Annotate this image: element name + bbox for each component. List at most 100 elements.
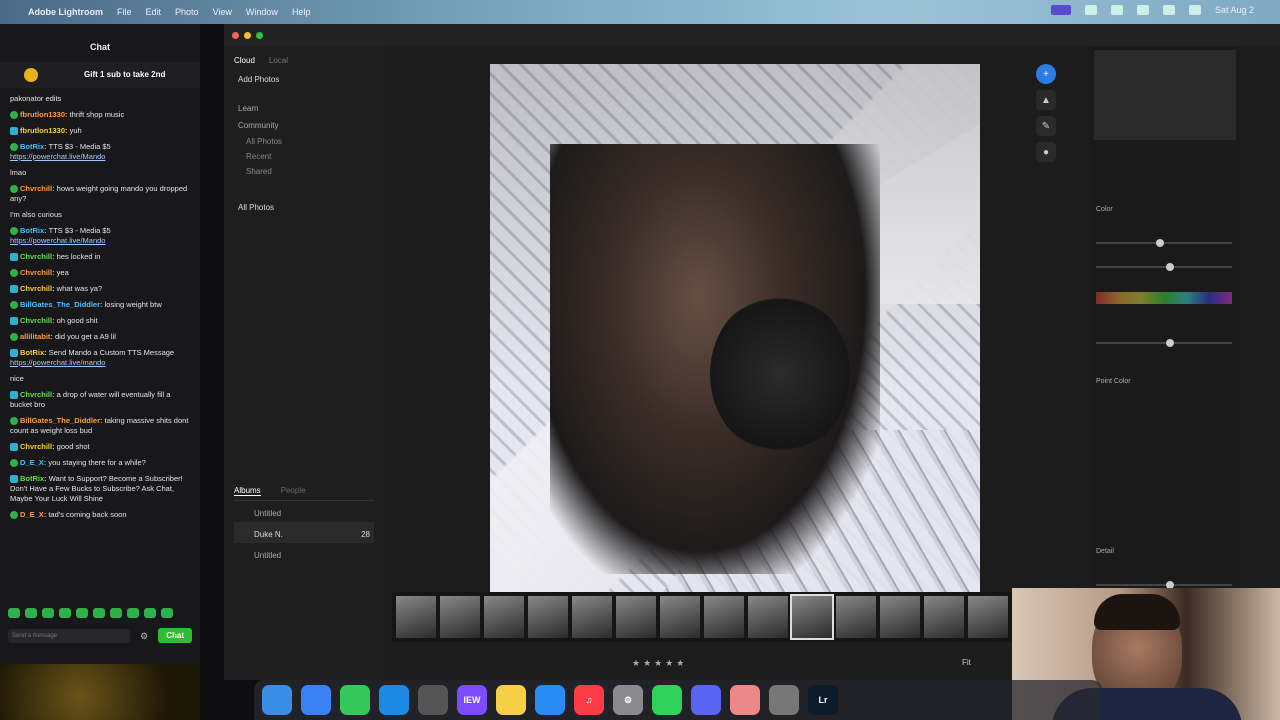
zoom-window-button[interactable] [256, 32, 263, 39]
chat-username[interactable]: Chvrchill: [20, 316, 55, 325]
add-icon[interactable]: + [1036, 64, 1056, 84]
slider[interactable] [1096, 239, 1232, 247]
chat-username[interactable]: D_E_X: [20, 510, 46, 519]
filmstrip-thumbnail[interactable] [836, 596, 876, 638]
filmstrip-thumbnail[interactable] [572, 596, 612, 638]
panel-label-point-color[interactable]: Point Color [1096, 378, 1131, 385]
filmstrip-thumbnail[interactable] [748, 596, 788, 638]
emote-icon[interactable] [8, 608, 20, 618]
nav-shared[interactable]: Shared [224, 164, 384, 179]
tab-local[interactable]: Local [269, 56, 288, 65]
menu-window[interactable]: Window [246, 7, 278, 17]
recording-icon[interactable] [1050, 5, 1071, 15]
emote-icon[interactable] [161, 608, 173, 618]
menu-help[interactable]: Help [292, 7, 311, 17]
emote-icon[interactable] [93, 608, 105, 618]
album-row[interactable]: Untitled [234, 543, 374, 564]
mail-icon[interactable] [301, 685, 331, 715]
slider[interactable] [1096, 339, 1232, 347]
chat-username[interactable]: fbrutlon1330: [20, 110, 68, 119]
chat-username[interactable]: fbrutlon1330: [20, 126, 68, 135]
panel-label-detail[interactable]: Detail [1096, 548, 1114, 555]
messages-icon[interactable] [340, 685, 370, 715]
chat-username[interactable]: Chvrchill: [20, 284, 55, 293]
chat-username[interactable]: BillGates_The_Diddler: [20, 300, 103, 309]
chat-username[interactable]: D_E_X: [20, 458, 46, 467]
album-row[interactable]: Untitled [234, 501, 374, 522]
filmstrip-thumbnail[interactable] [880, 596, 920, 638]
section-all-photos[interactable]: All Photos [224, 199, 384, 216]
brush-icon[interactable]: ✎ [1036, 116, 1056, 136]
emote-icon[interactable] [42, 608, 54, 618]
tab-cloud[interactable]: Cloud [234, 56, 255, 65]
chat-input[interactable]: Send a message [8, 628, 131, 643]
panel-label-color[interactable]: Color [1096, 206, 1113, 213]
album-row[interactable]: Duke N. 28 [234, 522, 374, 543]
chat-username[interactable]: Chvrchill: [20, 442, 55, 451]
emote-icon[interactable] [144, 608, 156, 618]
slider-knob[interactable] [1156, 239, 1164, 247]
filmstrip-thumbnail[interactable] [924, 596, 964, 638]
preview-icon[interactable] [769, 685, 799, 715]
chrome-icon[interactable] [418, 685, 448, 715]
filmstrip-thumbnail[interactable] [396, 596, 436, 638]
filmstrip-thumbnail[interactable] [616, 596, 656, 638]
news-icon[interactable]: IEW [457, 685, 487, 715]
menu-file[interactable]: File [117, 7, 132, 17]
filmstrip-thumbnail[interactable] [968, 596, 1008, 638]
chat-username[interactable]: Chvrchill: [20, 268, 55, 277]
slider[interactable] [1096, 581, 1232, 589]
menu-edit[interactable]: Edit [146, 7, 162, 17]
nav-recent[interactable]: Recent [224, 149, 384, 164]
zoom-fit-button[interactable]: Fit [962, 658, 971, 667]
notes-icon[interactable] [496, 685, 526, 715]
chat-username[interactable]: BotRix: [20, 226, 47, 235]
chat-link[interactable]: https://powerchat.live/Mando [10, 152, 105, 161]
search-icon[interactable] [1162, 5, 1175, 15]
lightroom-icon[interactable]: Lr [808, 685, 838, 715]
chat-username[interactable]: Chvrchill: [20, 390, 55, 399]
battery-icon[interactable] [1110, 5, 1123, 15]
menu-app-name[interactable]: Adobe Lightroom [28, 7, 103, 17]
color-spectrum[interactable] [1096, 292, 1232, 304]
photo-canvas[interactable] [490, 64, 980, 610]
rating-stars[interactable]: ★★★★★ [632, 658, 687, 669]
wifi-icon[interactable] [1136, 5, 1149, 15]
nav-all-photos[interactable]: All Photos [224, 134, 384, 149]
music-icon[interactable]: ♫ [574, 685, 604, 715]
menu-photo[interactable]: Photo [175, 7, 199, 17]
tab-albums[interactable]: Albums [234, 486, 261, 496]
filmstrip-thumbnail[interactable] [440, 596, 480, 638]
settings-icon[interactable]: ⚙ [140, 631, 148, 641]
photos-icon[interactable] [730, 685, 760, 715]
chat-link[interactable]: https://powerchat.live/mando [10, 358, 105, 367]
emote-icon[interactable] [59, 608, 71, 618]
emote-icon[interactable] [110, 608, 122, 618]
slider-knob[interactable] [1166, 263, 1174, 271]
chat-username[interactable]: allilitabit: [20, 332, 53, 341]
appstore-icon[interactable] [535, 685, 565, 715]
chat-username[interactable]: BotRix: [20, 142, 47, 151]
control-center-icon[interactable] [1188, 5, 1201, 15]
facetime-icon[interactable] [652, 685, 682, 715]
finder-icon[interactable] [262, 685, 292, 715]
subject-icon[interactable]: ● [1036, 142, 1056, 162]
filmstrip-thumbnail[interactable] [790, 594, 834, 640]
chat-send-button[interactable]: Chat [158, 628, 192, 643]
chat-username[interactable]: BotRix: [20, 348, 47, 357]
discord-icon[interactable] [691, 685, 721, 715]
chat-username[interactable]: BotRix: [20, 474, 47, 483]
chat-username[interactable]: BillGates_The_Diddler: [20, 416, 103, 425]
mask-icon[interactable]: ▲ [1036, 90, 1056, 110]
chat-link[interactable]: https://powerchat.live/Mando [10, 236, 105, 245]
close-window-button[interactable] [232, 32, 239, 39]
settings-icon[interactable]: ⚙ [613, 685, 643, 715]
safari-icon[interactable] [379, 685, 409, 715]
tab-people[interactable]: People [281, 486, 306, 496]
emote-icon[interactable] [25, 608, 37, 618]
filmstrip-thumbnail[interactable] [528, 596, 568, 638]
menu-view[interactable]: View [213, 7, 232, 17]
gift-banner[interactable]: Gift 1 sub to take 2nd [0, 62, 200, 88]
nav-community[interactable]: Community [224, 117, 384, 134]
add-photos-button[interactable]: Add Photos [224, 71, 384, 88]
